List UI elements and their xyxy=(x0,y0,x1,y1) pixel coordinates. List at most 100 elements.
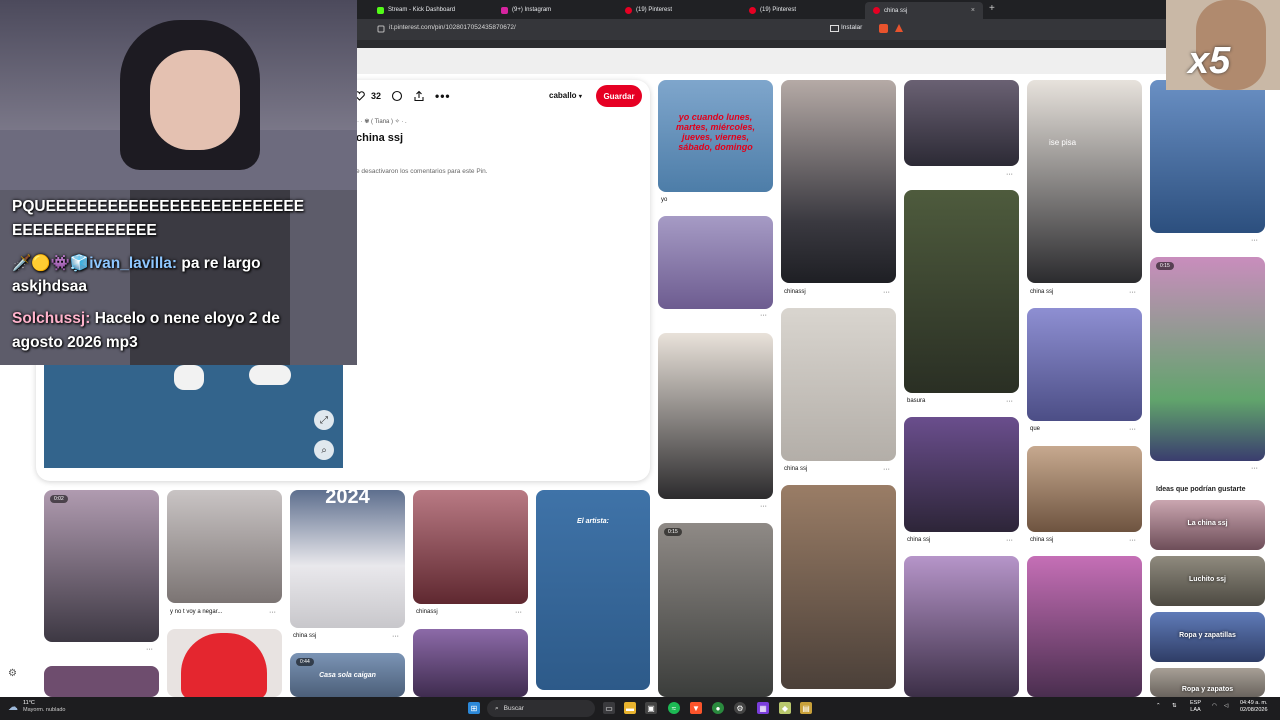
file-explorer-icon[interactable]: ▬ xyxy=(624,702,636,714)
pin-caption[interactable]: china ssj xyxy=(293,633,316,639)
board-name: caballo xyxy=(549,91,577,100)
site-info-icon[interactable] xyxy=(377,25,385,33)
idea-card-ropa-zapatos[interactable]: Ropa y zapatos xyxy=(1150,668,1265,697)
windows-start-icon[interactable]: ⊞ xyxy=(468,702,480,714)
app-icon-2[interactable]: ◆ xyxy=(779,702,791,714)
pin-caption[interactable]: china ssj xyxy=(1030,289,1053,295)
pin-tile[interactable] xyxy=(904,417,1019,532)
more-options-icon[interactable]: ••• xyxy=(435,89,451,103)
idea-card-ropa-zapatillas[interactable]: Ropa y zapatillas xyxy=(1150,612,1265,662)
more-options-icon[interactable]: ··· xyxy=(760,503,767,510)
weather-widget[interactable]: ☁ 11°C Mayorm. nublado xyxy=(8,700,66,714)
tab-pinterest-1[interactable]: (19) Pinterest xyxy=(617,3,741,17)
pin-tile[interactable] xyxy=(44,666,159,697)
comment-icon[interactable] xyxy=(391,90,403,102)
settings-gear-icon[interactable]: ⚙ xyxy=(8,668,17,679)
app-icon-3[interactable]: ▤ xyxy=(800,702,812,714)
pin-tile[interactable] xyxy=(1027,446,1142,532)
pin-caption[interactable]: china ssj xyxy=(784,466,807,472)
brave-shield-icon[interactable] xyxy=(879,24,888,33)
url-text[interactable]: it.pinterest.com/pin/1028017052435870672… xyxy=(389,24,516,31)
more-options-icon[interactable]: ··· xyxy=(269,609,276,616)
settings-app-icon[interactable]: ⚙ xyxy=(734,702,746,714)
pin-caption[interactable]: chinassj xyxy=(784,289,806,295)
pin-tile[interactable]: 0:15 xyxy=(1150,257,1265,461)
pin-caption[interactable]: chinassj xyxy=(416,609,438,615)
board-selector[interactable]: caballo ▾ xyxy=(549,91,582,100)
expand-icon[interactable]: ⤢ xyxy=(314,410,334,430)
tab-kick-dashboard[interactable]: Stream - Kick Dashboard xyxy=(369,3,493,17)
pin-tile[interactable]: El artista: xyxy=(536,490,650,690)
search-icon: ⌕ xyxy=(495,704,499,712)
pin-tile[interactable] xyxy=(413,490,528,604)
more-options-icon[interactable]: ··· xyxy=(1129,426,1136,433)
volume-icon[interactable]: ◁ xyxy=(1224,703,1228,710)
spotify-icon[interactable]: ≈ xyxy=(668,702,680,714)
new-tab-button[interactable]: + xyxy=(989,3,995,14)
more-options-icon[interactable]: ··· xyxy=(1006,398,1013,405)
obs-icon[interactable]: ● xyxy=(712,702,724,714)
pin-caption[interactable]: basura xyxy=(907,398,925,404)
pin-tile[interactable] xyxy=(658,216,773,309)
task-view-icon[interactable]: ▭ xyxy=(603,702,615,714)
close-tab-icon[interactable]: × xyxy=(971,7,975,14)
pin-tile[interactable]: 0:15 xyxy=(658,523,773,697)
pin-tile[interactable] xyxy=(1027,556,1142,697)
pin-tile[interactable] xyxy=(781,80,896,283)
brave-icon[interactable]: ▼ xyxy=(690,702,702,714)
pin-tile[interactable] xyxy=(781,485,896,689)
save-button[interactable]: Guardar xyxy=(596,85,642,107)
more-options-icon[interactable]: ··· xyxy=(760,312,767,319)
pin-tile[interactable] xyxy=(904,556,1019,697)
share-icon[interactable] xyxy=(413,90,425,102)
more-options-icon[interactable]: ··· xyxy=(1251,465,1258,472)
tray-chevron-icon[interactable]: ⌃ xyxy=(1156,703,1161,710)
pin-tile[interactable]: ise pisa xyxy=(1027,80,1142,283)
wifi-icon[interactable]: ◠ xyxy=(1212,703,1217,710)
pin-tile[interactable]: 0:44 Casa sola caigan xyxy=(290,653,405,697)
more-options-icon[interactable]: ··· xyxy=(1251,237,1258,244)
more-options-icon[interactable]: ··· xyxy=(1129,537,1136,544)
pin-tile[interactable] xyxy=(781,308,896,461)
pin-tile[interactable] xyxy=(1150,80,1265,233)
pin-tile[interactable] xyxy=(904,190,1019,393)
network-icon[interactable]: ⇅ xyxy=(1172,703,1177,710)
brave-rewards-icon[interactable] xyxy=(895,24,903,32)
pin-tile[interactable] xyxy=(658,333,773,499)
pin-tile[interactable] xyxy=(167,490,282,603)
visual-search-icon[interactable]: ⌕ xyxy=(314,440,334,460)
store-icon[interactable]: ▣ xyxy=(645,702,657,714)
pin-tile[interactable] xyxy=(167,629,282,697)
pin-caption[interactable]: y no t voy a negar... xyxy=(170,609,222,615)
clock[interactable]: 04:49 a. m. 02/08/2026 xyxy=(1240,700,1268,714)
more-options-icon[interactable]: ··· xyxy=(883,289,890,296)
app-icon[interactable]: ▦ xyxy=(757,702,769,714)
more-options-icon[interactable]: ··· xyxy=(1006,537,1013,544)
language-indicator[interactable]: ESP LAA xyxy=(1190,700,1201,714)
tab-china-ssj[interactable]: china ssj × xyxy=(865,2,983,19)
more-options-icon[interactable]: ··· xyxy=(515,609,522,616)
more-options-icon[interactable]: ··· xyxy=(392,633,399,640)
more-options-icon[interactable]: ··· xyxy=(1006,171,1013,178)
pin-caption[interactable]: china ssj xyxy=(907,537,930,543)
pinterest-icon xyxy=(625,6,632,14)
tab-instagram[interactable]: (9+) Instagram xyxy=(493,3,617,17)
idea-card-luchito-ssj[interactable]: Luchito ssj xyxy=(1150,556,1265,606)
pin-tile[interactable]: 2024 xyxy=(290,490,405,628)
more-options-icon[interactable]: ··· xyxy=(883,466,890,473)
install-button[interactable]: Instalar xyxy=(841,24,862,31)
pin-caption[interactable]: china ssj xyxy=(1030,537,1053,543)
pin-caption[interactable]: que xyxy=(1030,426,1040,432)
tab-pinterest-2[interactable]: (19) Pinterest xyxy=(741,3,865,17)
pin-caption[interactable]: yo xyxy=(661,197,667,203)
pin-tile[interactable]: yo cuando lunes, martes, miércoles, juev… xyxy=(658,80,773,192)
more-options-icon[interactable]: ··· xyxy=(146,646,153,653)
pin-tile[interactable] xyxy=(1027,308,1142,421)
pin-tile[interactable]: 0:02 xyxy=(44,490,159,642)
pin-author[interactable]: · · ✾ ( Tiana ) ✧ · . xyxy=(357,118,407,125)
pin-tile[interactable] xyxy=(904,80,1019,166)
pin-tile[interactable] xyxy=(413,629,528,697)
more-options-icon[interactable]: ··· xyxy=(1129,289,1136,296)
taskbar-search[interactable]: ⌕ Buscar xyxy=(487,700,595,717)
idea-card-la-china-ssj[interactable]: La china ssj xyxy=(1150,500,1265,550)
